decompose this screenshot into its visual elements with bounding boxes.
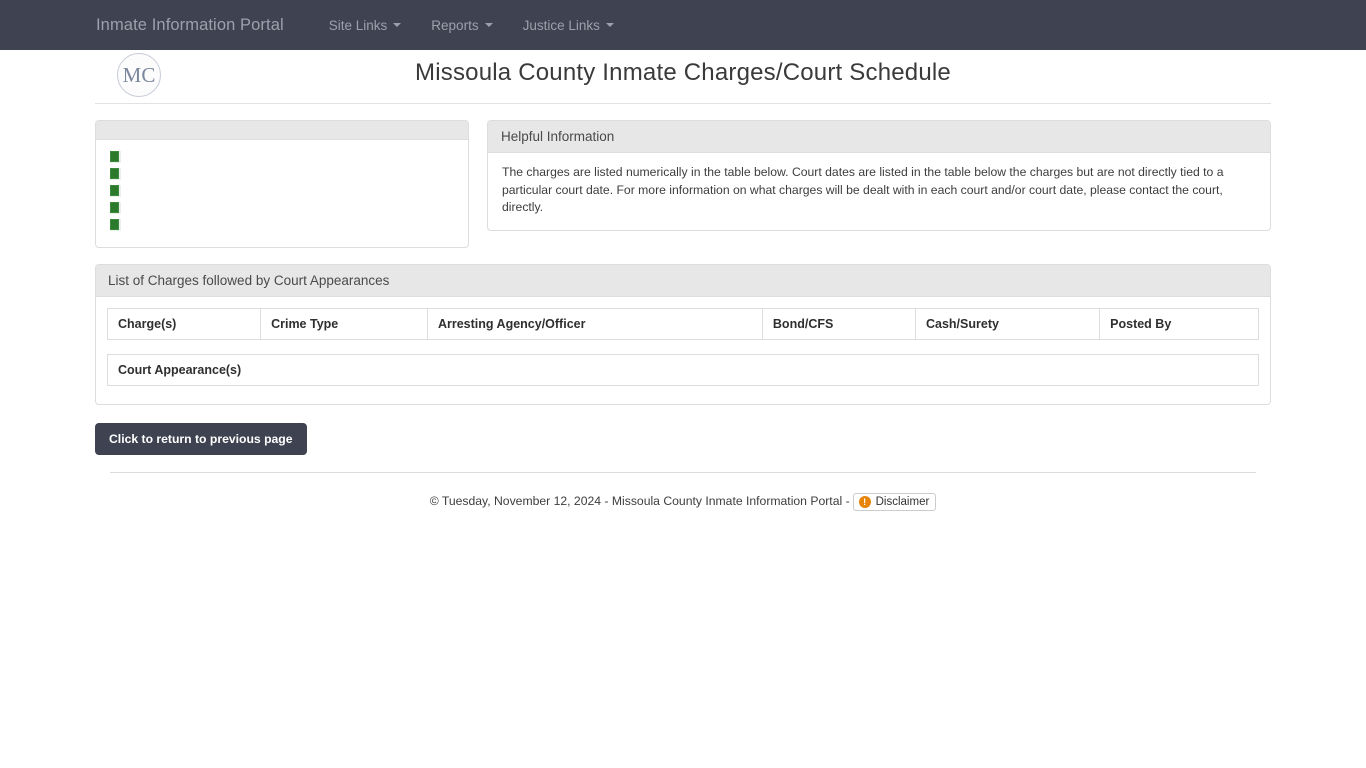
green-square-icon: [110, 218, 121, 231]
charges-table-header-row: Charge(s) Crime Type Arresting Agency/Of…: [107, 308, 1259, 340]
list-item[interactable]: [110, 199, 454, 216]
disclaimer-button[interactable]: ! Disclaimer: [852, 493, 937, 511]
list-item[interactable]: [110, 165, 454, 182]
nav-item-site-links-label: Site Links: [328, 17, 388, 33]
chevron-down-icon: [393, 23, 402, 27]
list-item[interactable]: [110, 216, 454, 233]
green-square-icon: [110, 184, 121, 197]
court-appearances-table: Court Appearance(s): [107, 354, 1259, 386]
inmate-list-panel-body: [96, 140, 468, 247]
top-navbar: Inmate Information Portal Site Links Rep…: [0, 0, 1366, 50]
column-header-bond-cfs: Bond/CFS: [762, 308, 916, 340]
list-item[interactable]: [110, 148, 454, 165]
top-row: Helpful Information The charges are list…: [95, 120, 1271, 248]
nav-item-site-links[interactable]: Site Links: [314, 0, 417, 50]
list-item[interactable]: [110, 182, 454, 199]
page-footer: © Tuesday, November 12, 2024 - Missoula …: [95, 473, 1271, 511]
charges-panel-heading: List of Charges followed by Court Appear…: [96, 265, 1270, 297]
page-header: MC Missoula County Inmate Charges/Court …: [95, 50, 1271, 104]
main-content: Helpful Information The charges are list…: [95, 104, 1271, 455]
chevron-down-icon: [605, 23, 614, 27]
nav-item-justice-links-label: Justice Links: [522, 17, 600, 33]
helpful-information-body: The charges are listed numerically in th…: [502, 165, 1224, 214]
charges-panel: List of Charges followed by Court Appear…: [95, 264, 1271, 405]
column-header-charges: Charge(s): [107, 308, 262, 340]
warning-icon: !: [858, 496, 871, 508]
green-square-icon: [110, 167, 121, 180]
nav-item-reports[interactable]: Reports: [416, 0, 507, 50]
nav-item-justice-links[interactable]: Justice Links: [508, 0, 629, 50]
court-appearances-header-row: Court Appearance(s): [108, 355, 1259, 386]
navbar-brand[interactable]: Inmate Information Portal: [96, 16, 284, 35]
return-to-previous-page-button[interactable]: Click to return to previous page: [95, 423, 307, 455]
green-square-icon: [110, 150, 121, 163]
chevron-down-icon: [484, 23, 493, 27]
nav-item-reports-label: Reports: [431, 17, 479, 33]
charges-table: Charge(s) Crime Type Arresting Agency/Of…: [107, 308, 1259, 340]
green-square-icon: [110, 201, 121, 214]
column-header-posted-by: Posted By: [1099, 308, 1259, 340]
column-header-arresting-agency-officer: Arresting Agency/Officer: [427, 308, 763, 340]
column-header-cash-surety: Cash/Surety: [915, 308, 1101, 340]
helpful-information-panel: Helpful Information The charges are list…: [487, 120, 1271, 231]
page-title: Missoula County Inmate Charges/Court Sch…: [415, 59, 951, 86]
column-header-court-appearances: Court Appearance(s): [118, 363, 242, 377]
footer-copyright: © Tuesday, November 12, 2024 - Missoula …: [429, 494, 850, 509]
disclaimer-label: Disclaimer: [875, 496, 930, 508]
inmate-list-panel: [95, 120, 469, 248]
charges-panel-body: Charge(s) Crime Type Arresting Agency/Of…: [96, 297, 1270, 404]
helpful-information-heading: Helpful Information: [488, 121, 1270, 153]
inmate-list-panel-heading: [96, 121, 468, 140]
column-header-crime-type: Crime Type: [260, 308, 428, 340]
